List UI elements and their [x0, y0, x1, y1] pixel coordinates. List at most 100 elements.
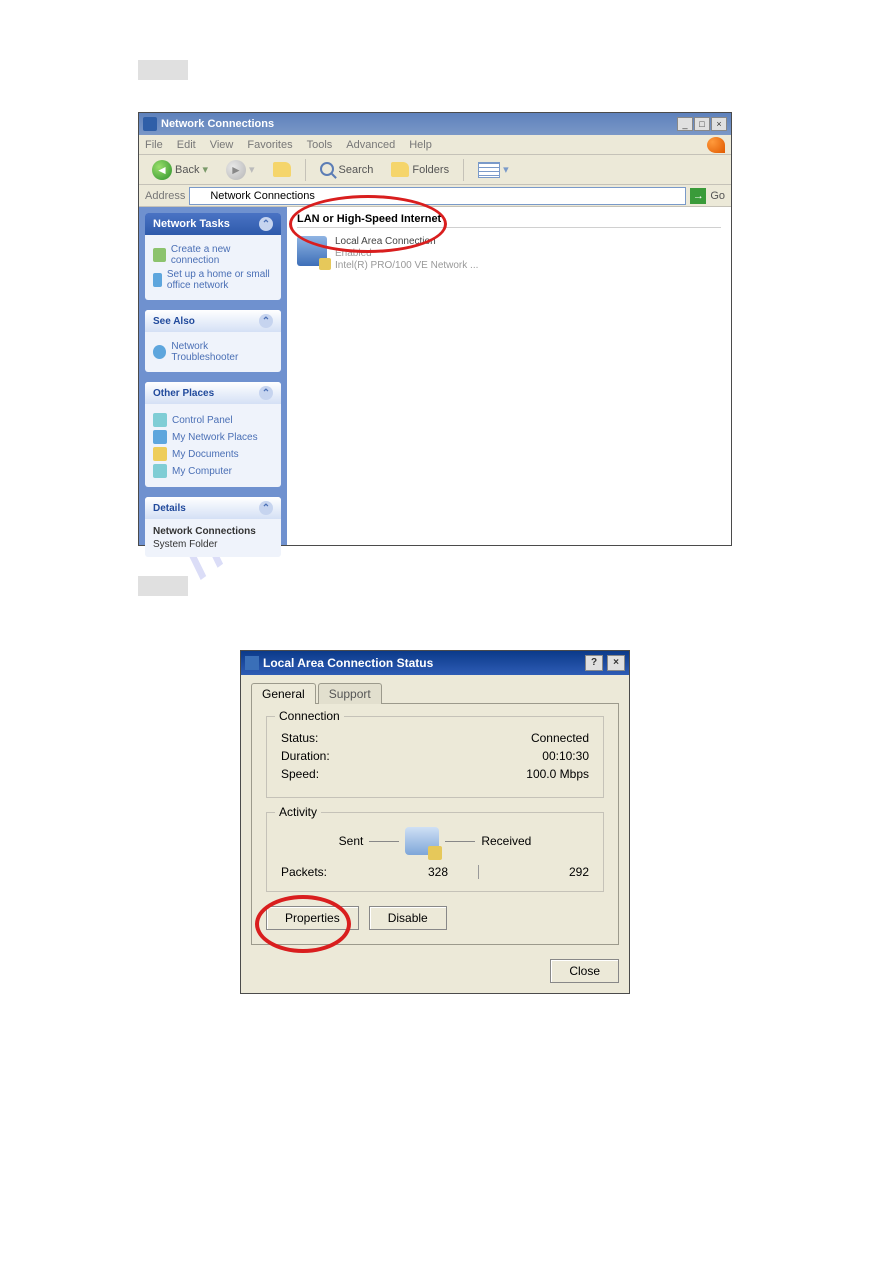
- back-label: Back: [175, 164, 199, 176]
- dash-line: [369, 841, 399, 842]
- menu-edit[interactable]: Edit: [177, 139, 196, 151]
- received-label: Received: [481, 834, 531, 848]
- tab-content: Connection Status: Connected Duration: 0…: [251, 703, 619, 945]
- link-label: My Documents: [172, 449, 239, 460]
- tab-general[interactable]: General: [251, 683, 316, 704]
- page-number: 46: [0, 1211, 893, 1223]
- status-value: Connected: [531, 731, 589, 745]
- maximize-button[interactable]: □: [694, 117, 710, 131]
- step2-label: Step 2: [138, 60, 188, 80]
- dash-line: [445, 841, 475, 842]
- connection-group: Connection Status: Connected Duration: 0…: [266, 716, 604, 798]
- panel-title: See Also: [153, 316, 195, 327]
- folders-label: Folders: [412, 164, 449, 176]
- my-computer-link[interactable]: My Computer: [153, 464, 273, 478]
- minimize-button[interactable]: _: [677, 117, 693, 131]
- back-arrow-icon: ◄: [152, 160, 172, 180]
- window-title: Network Connections: [161, 118, 677, 130]
- tab-support[interactable]: Support: [318, 683, 382, 704]
- link-label: My Computer: [172, 466, 232, 477]
- panel-title: Details: [153, 503, 186, 514]
- dialog-icon: [245, 656, 259, 670]
- go-button[interactable]: →: [690, 188, 706, 204]
- speed-value: 100.0 Mbps: [526, 767, 589, 781]
- menu-advanced[interactable]: Advanced: [346, 139, 395, 151]
- control-panel-link[interactable]: Control Panel: [153, 413, 273, 427]
- dialog-title: Local Area Connection Status: [263, 656, 581, 670]
- status-label: Status:: [281, 731, 318, 745]
- other-places-panel: Other Places ⌃ Control Panel My Network …: [145, 382, 281, 487]
- chevron-down-icon: ▾: [249, 163, 255, 176]
- docs-icon: [153, 447, 167, 461]
- folders-button[interactable]: Folders: [384, 159, 456, 180]
- help-button[interactable]: ?: [585, 655, 603, 671]
- network-connections-window: Network Connections _ □ × File Edit View…: [138, 112, 732, 546]
- collapse-icon[interactable]: ⌃: [259, 386, 273, 400]
- chevron-down-icon: ▾: [202, 163, 208, 176]
- link-label: My Network Places: [172, 432, 258, 443]
- network-tasks-panel: Network Tasks ⌃ Create a new connection …: [145, 213, 281, 300]
- panel-title: Other Places: [153, 388, 214, 399]
- titlebar: Network Connections _ □ ×: [139, 113, 731, 135]
- go-label: Go: [710, 190, 725, 202]
- duration-value: 00:10:30: [542, 749, 589, 763]
- activity-icon: [405, 827, 439, 855]
- details-panel: Details ⌃ Network Connections System Fol…: [145, 497, 281, 557]
- details-type: System Folder: [153, 539, 217, 550]
- troubleshooter-link[interactable]: Network Troubleshooter: [153, 341, 273, 363]
- close-button[interactable]: ×: [607, 655, 625, 671]
- sent-label: Sent: [339, 834, 364, 848]
- create-connection-link[interactable]: Create a new connection: [153, 244, 273, 266]
- search-label: Search: [339, 164, 374, 176]
- xp-logo-icon: [707, 137, 725, 153]
- my-documents-link[interactable]: My Documents: [153, 447, 273, 461]
- activity-legend: Activity: [275, 805, 321, 819]
- network-places-link[interactable]: My Network Places: [153, 430, 273, 444]
- folders-icon: [391, 162, 409, 177]
- up-button[interactable]: [266, 159, 298, 180]
- collapse-icon[interactable]: ⌃: [259, 314, 273, 328]
- app-icon: [143, 117, 157, 131]
- dialog-titlebar: Local Area Connection Status ? ×: [241, 651, 629, 675]
- close-button[interactable]: ×: [711, 117, 727, 131]
- views-icon: [478, 162, 500, 178]
- comp-icon: [153, 464, 167, 478]
- menu-file[interactable]: File: [145, 139, 163, 151]
- menu-help[interactable]: Help: [409, 139, 432, 151]
- collapse-icon[interactable]: ⌃: [259, 217, 273, 231]
- lac-status-dialog: Local Area Connection Status ? × General…: [240, 650, 630, 994]
- menu-bar[interactable]: File Edit View Favorites Tools Advanced …: [139, 135, 731, 155]
- connection-status: Enabled: [335, 248, 478, 260]
- home-icon: [153, 273, 162, 287]
- local-area-connection-item[interactable]: Local Area Connection Enabled Intel(R) P…: [297, 236, 721, 272]
- menu-tools[interactable]: Tools: [307, 139, 333, 151]
- properties-button[interactable]: Properties: [266, 906, 359, 930]
- disable-button[interactable]: Disable: [369, 906, 447, 930]
- packets-label: Packets:: [281, 865, 368, 879]
- see-also-panel: See Also ⌃ Network Troubleshooter: [145, 310, 281, 372]
- connection-name: Local Area Connection: [335, 236, 478, 248]
- cp-icon: [153, 413, 167, 427]
- details-name: Network Connections: [153, 525, 273, 538]
- search-button[interactable]: Search: [313, 159, 381, 181]
- step3-label: Step 3: [138, 576, 188, 596]
- menu-favorites[interactable]: Favorites: [247, 139, 292, 151]
- search-icon: [320, 162, 336, 178]
- setup-network-link[interactable]: Set up a home or small office network: [153, 269, 273, 291]
- up-folder-icon: [273, 162, 291, 177]
- close-dialog-button[interactable]: Close: [550, 959, 619, 983]
- forward-arrow-icon: ►: [226, 160, 246, 180]
- vertical-separator: [478, 865, 479, 879]
- collapse-icon[interactable]: ⌃: [259, 501, 273, 515]
- views-button[interactable]: ▾: [471, 159, 516, 181]
- packets-received-value: 292: [509, 865, 589, 879]
- panel-title: Network Tasks: [153, 218, 230, 230]
- menu-view[interactable]: View: [210, 139, 234, 151]
- address-input[interactable]: [189, 187, 686, 205]
- back-button[interactable]: ◄ Back ▾: [145, 157, 215, 183]
- side-panel: Network Tasks ⌃ Create a new connection …: [139, 207, 287, 545]
- toolbar: ◄ Back ▾ ► ▾ Search Folders: [139, 155, 731, 185]
- forward-button[interactable]: ► ▾: [219, 157, 262, 183]
- connection-legend: Connection: [275, 709, 344, 723]
- link-label: Set up a home or small office network: [167, 269, 273, 291]
